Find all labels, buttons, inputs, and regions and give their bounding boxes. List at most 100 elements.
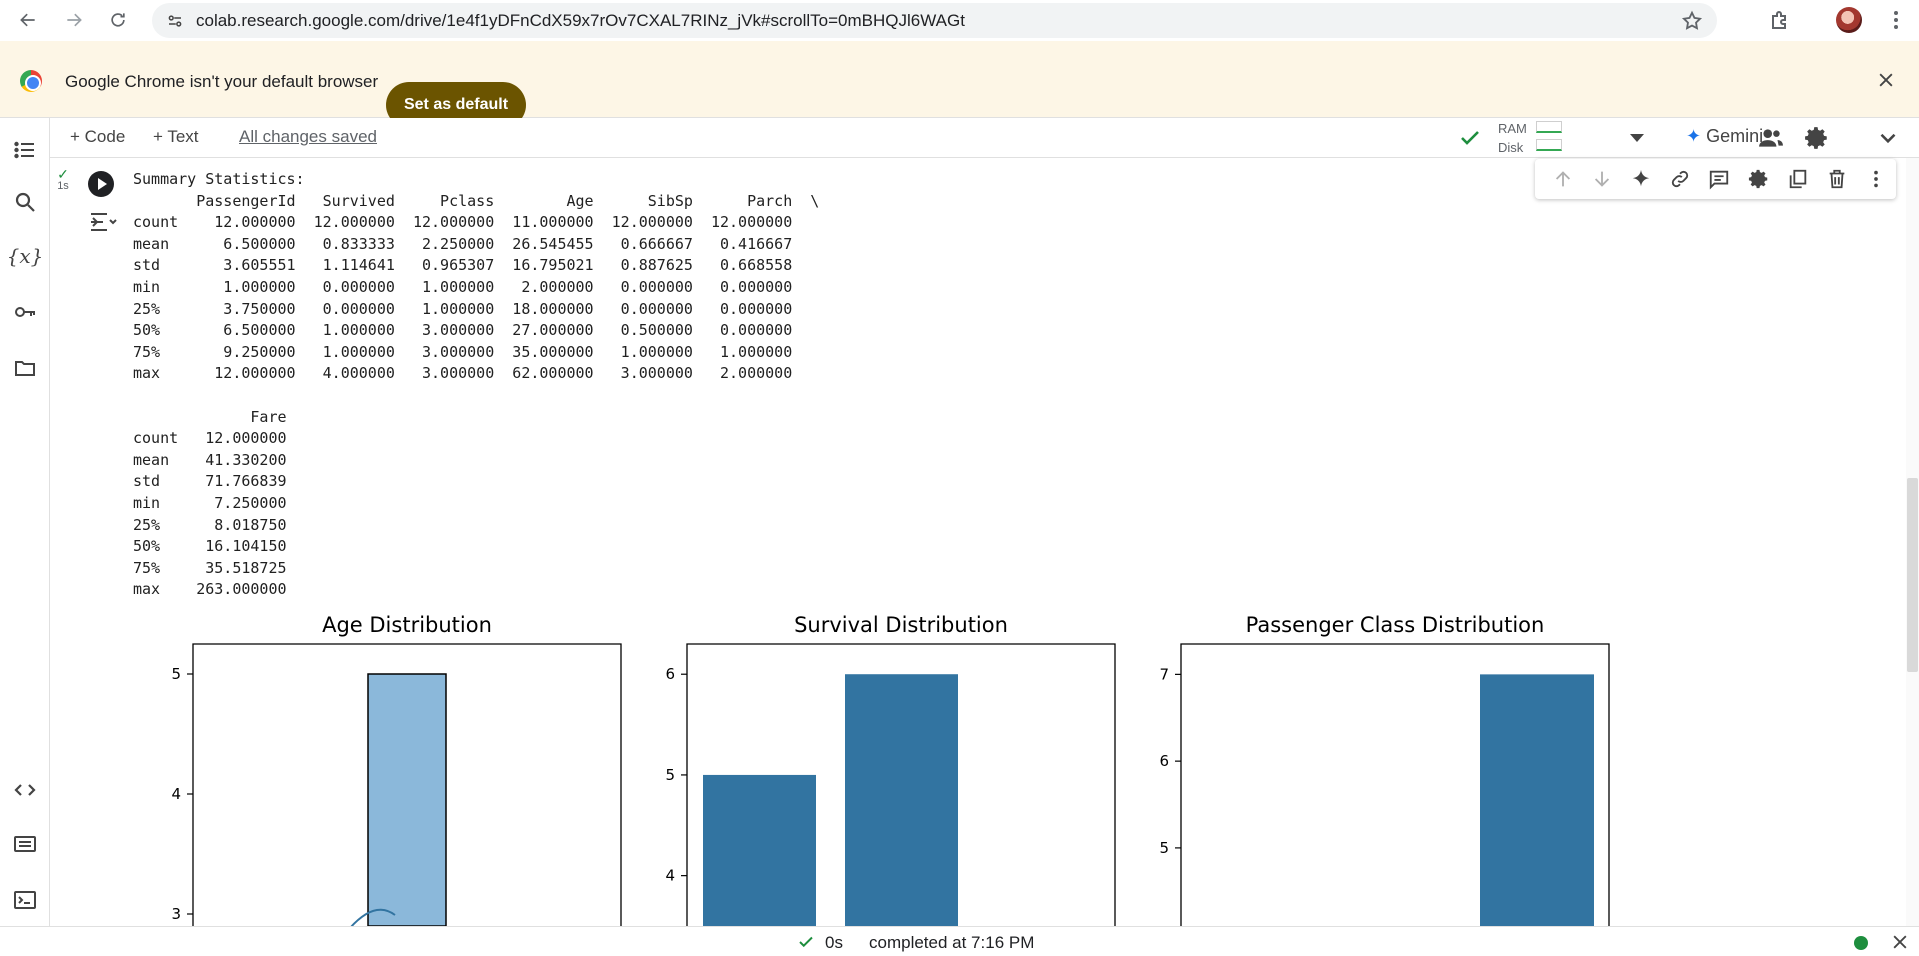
connected-check-icon: [1461, 131, 1479, 145]
mirror-cell-icon[interactable]: [1778, 163, 1817, 195]
back-icon[interactable]: [10, 2, 46, 38]
chevron-down-icon[interactable]: [1875, 125, 1901, 151]
profile-avatar[interactable]: [1836, 7, 1862, 33]
elapsed-time: 0s: [825, 933, 843, 952]
status-check-icon: [799, 936, 813, 948]
delete-icon[interactable]: [1818, 163, 1857, 195]
url-text[interactable]: colab.research.google.com/drive/1e4f1yDF…: [196, 11, 965, 31]
histogram-bar: [367, 673, 447, 927]
y-tick-label: 6: [1159, 752, 1169, 770]
browser-toolbar: colab.research.google.com/drive/1e4f1yDF…: [0, 0, 1919, 41]
y-tick-label: 7: [1159, 665, 1169, 683]
extensions-icon[interactable]: [1767, 9, 1791, 33]
axes-frame: [192, 643, 622, 926]
completion-time: completed at 7:16 PM: [869, 933, 1035, 952]
ram-meter: [1536, 121, 1562, 133]
output-line: count 12.000000: [133, 429, 287, 448]
site-info-icon[interactable]: [166, 12, 184, 30]
bookmark-star-icon[interactable]: [1681, 10, 1703, 32]
output-line: 25% 3.750000 0.000000 1.000000 18.000000…: [133, 299, 793, 318]
command-palette-icon[interactable]: [13, 832, 37, 856]
close-icon[interactable]: [1876, 70, 1896, 90]
output-line: std 3.605551 1.114641 0.965307 16.795021…: [133, 256, 793, 275]
cell-toolbar: [1535, 159, 1896, 199]
bar-pclass-0: [1480, 674, 1594, 926]
notebook-toolbar: + Code + Text All changes saved RAM Disk…: [50, 118, 1919, 158]
output-line: 75% 9.250000 1.000000 3.000000 35.000000…: [133, 342, 793, 361]
output-line: 50% 16.104150: [133, 537, 287, 556]
address-bar[interactable]: colab.research.google.com/drive/1e4f1yDF…: [152, 3, 1717, 38]
output-line: min 1.000000 0.000000 1.000000 2.000000 …: [133, 277, 793, 296]
output-actions-icon[interactable]: [88, 208, 118, 236]
gemini-spark-icon[interactable]: [1621, 163, 1660, 195]
bar-survived-0: [703, 774, 816, 926]
terminal-icon[interactable]: [13, 888, 37, 912]
add-code-button[interactable]: + Code: [70, 127, 125, 147]
output-line: max 263.000000: [133, 580, 287, 599]
y-tick-label: 5: [171, 665, 181, 683]
search-icon[interactable]: [13, 190, 37, 214]
output-line: min 7.250000: [133, 493, 287, 512]
gemini-spark-icon: ✦: [1686, 126, 1702, 146]
output-line: Fare: [133, 407, 287, 426]
move-down-icon[interactable]: [1582, 163, 1621, 195]
chrome-menu-icon[interactable]: [1884, 8, 1908, 32]
bar-survived-1: [845, 674, 958, 926]
table-of-contents-icon[interactable]: [13, 138, 37, 162]
y-tick-label: 3: [171, 905, 181, 923]
add-text-button[interactable]: + Text: [153, 127, 199, 147]
infobar-message: Google Chrome isn't your default browser: [65, 72, 379, 91]
more-options-icon[interactable]: [1857, 163, 1896, 195]
runtime-status-dot[interactable]: [1854, 936, 1868, 950]
code-snippets-icon[interactable]: [13, 778, 37, 802]
output-line: 75% 35.518725: [133, 558, 287, 577]
vertical-scrollbar[interactable]: [1906, 158, 1919, 926]
output-line: mean 41.330200: [133, 450, 287, 469]
chart-title-age: Age Distribution: [322, 613, 492, 637]
y-tick-label: 5: [1159, 839, 1169, 857]
chart-title-pclass: Passenger Class Distribution: [1245, 613, 1545, 637]
output-line: 25% 8.018750: [133, 515, 287, 534]
output-line: std 71.766839: [133, 472, 287, 491]
cell-output-text: Summary Statistics: PassengerId Survived…: [133, 169, 819, 601]
comment-icon[interactable]: [1700, 163, 1739, 195]
gemini-button[interactable]: ✦ Gemini: [1686, 126, 1763, 147]
resource-monitor[interactable]: RAM Disk: [1498, 118, 1527, 157]
gemini-label: Gemini: [1706, 126, 1764, 146]
disk-meter: [1536, 139, 1562, 151]
exec-time: 1s: [57, 180, 69, 192]
output-line: Summary Statistics:: [133, 170, 305, 188]
cell-exec-status: ✓ 1s: [56, 166, 70, 192]
left-sidebar: {x}: [0, 118, 50, 926]
status-bar: 0s completed at 7:16 PM: [0, 926, 1919, 956]
runtime-dropdown-icon[interactable]: [1630, 134, 1644, 142]
ram-label: RAM: [1498, 121, 1527, 136]
move-up-icon[interactable]: [1543, 163, 1582, 195]
link-icon[interactable]: [1661, 163, 1700, 195]
files-folder-icon[interactable]: [13, 356, 37, 380]
reload-icon[interactable]: [100, 2, 136, 38]
axes-frame: [1180, 643, 1610, 926]
secrets-key-icon[interactable]: [13, 300, 37, 324]
axes-frame: [686, 643, 1116, 926]
variables-icon[interactable]: {x}: [7, 244, 44, 268]
output-line: PassengerId Survived Pclass Age SibSp Pa…: [133, 191, 820, 210]
close-statusbar-icon[interactable]: [1890, 932, 1910, 952]
exec-check-icon: ✓: [57, 166, 69, 182]
forward-icon[interactable]: [56, 2, 92, 38]
save-status-link[interactable]: All changes saved: [239, 127, 377, 147]
y-tick-label: 6: [665, 665, 675, 683]
chrome-logo-icon: [20, 70, 42, 92]
output-line: count 12.000000 12.000000 12.000000 11.0…: [133, 213, 793, 232]
run-cell-button[interactable]: [88, 171, 114, 197]
disk-label: Disk: [1498, 140, 1524, 155]
settings-gear-icon[interactable]: [1804, 125, 1830, 151]
chart-title-survival: Survival Distribution: [794, 613, 1008, 637]
output-line: mean 6.500000 0.833333 2.250000 26.54545…: [133, 234, 793, 253]
y-tick-label: 4: [665, 867, 675, 885]
scrollbar-thumb[interactable]: [1907, 478, 1918, 672]
output-line: 50% 6.500000 1.000000 3.000000 27.000000…: [133, 321, 793, 340]
cell-settings-icon[interactable]: [1739, 163, 1778, 195]
share-people-icon[interactable]: [1758, 125, 1784, 151]
